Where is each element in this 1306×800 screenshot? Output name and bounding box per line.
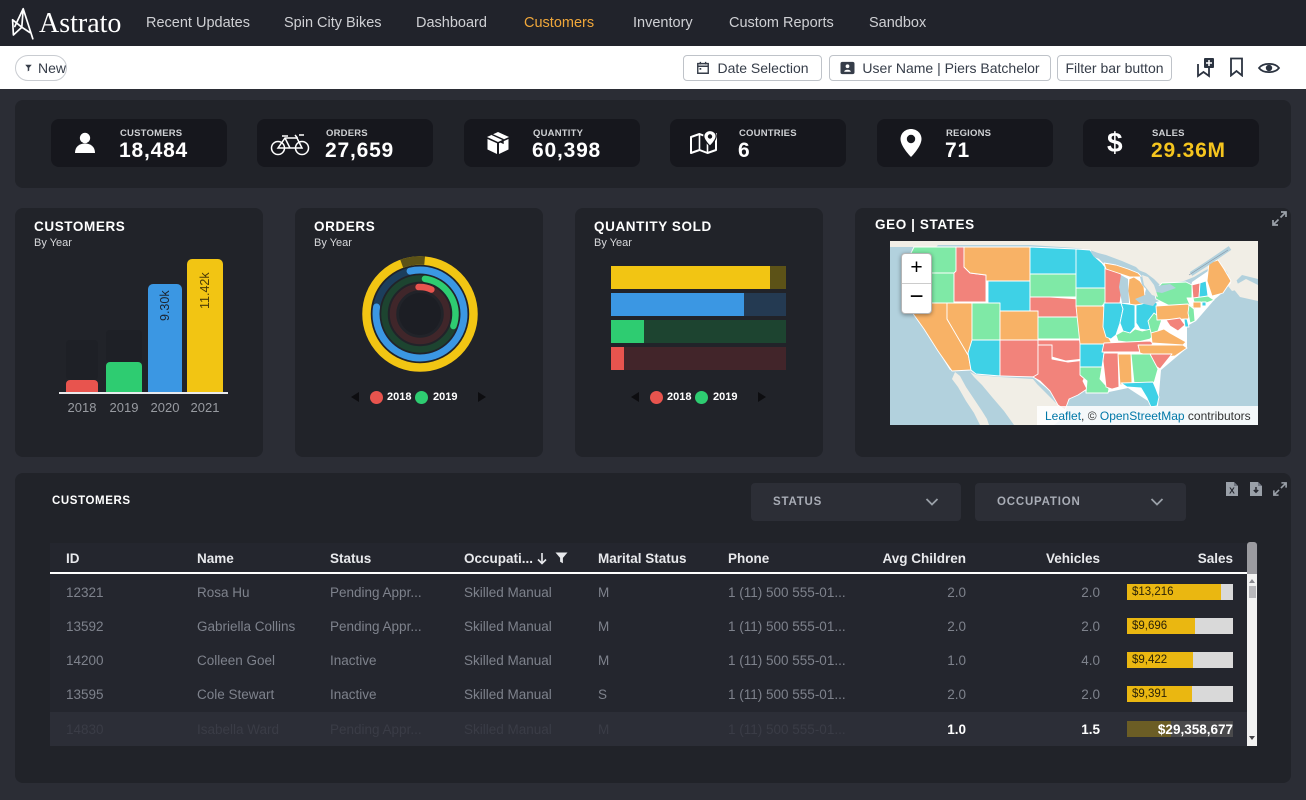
svg-text:11.42k: 11.42k — [198, 272, 212, 309]
svg-text:Leaflet, © OpenStreetMap contr: Leaflet, © OpenStreetMap contributors — [1045, 409, 1251, 423]
svg-text:9.30k: 9.30k — [158, 290, 172, 321]
svg-text:X: X — [1229, 486, 1235, 496]
